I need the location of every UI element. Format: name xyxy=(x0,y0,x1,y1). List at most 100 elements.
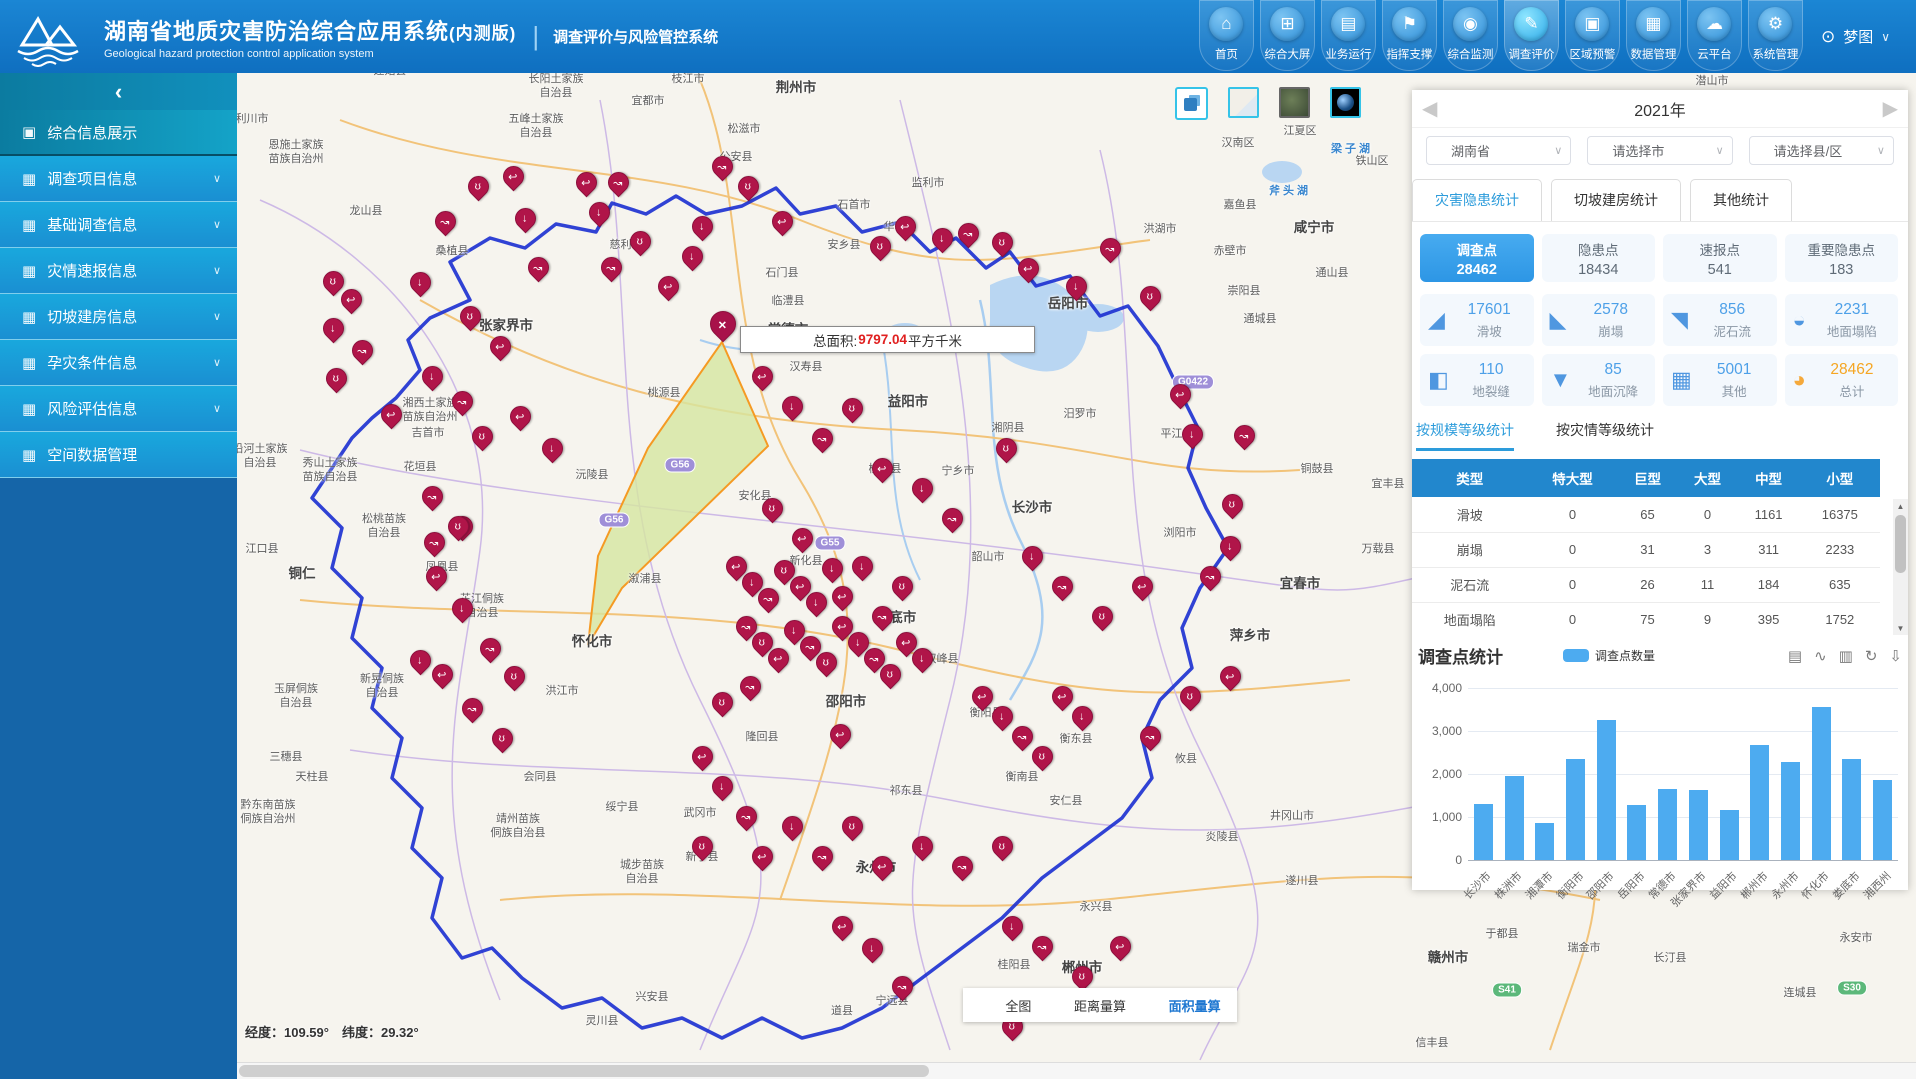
chart-bar[interactable] xyxy=(1535,823,1554,860)
map-place-label: 侗族自治州 xyxy=(241,810,296,826)
nav-item[interactable]: ⚑ 指挥支撑 xyxy=(1382,0,1437,71)
table-row[interactable]: 泥石流0 2611 184635 xyxy=(1412,567,1880,602)
user-chevron-down-icon[interactable]: ∨ xyxy=(1881,30,1890,44)
hazard-type-card[interactable]: ◢ 17601 滑坡 xyxy=(1420,294,1534,346)
horizontal-scrollbar-thumb[interactable] xyxy=(239,1065,929,1077)
hazard-type-card[interactable]: ◥ 856 泥石流 xyxy=(1663,294,1777,346)
nav-item[interactable]: ◉ 综合监测 xyxy=(1443,0,1498,71)
chart-bar[interactable] xyxy=(1597,720,1616,860)
map-place-label: 监利市 xyxy=(912,174,945,190)
map-tool-button[interactable]: ▲ 全图 xyxy=(979,995,1031,1015)
scroll-down-icon[interactable]: ▼ xyxy=(1893,621,1908,635)
sidebar-menu-item[interactable]: ▦ 切坡建房信息 ∨ xyxy=(0,294,237,340)
chart-legend[interactable]: 调查点数量 xyxy=(1563,647,1655,664)
horizontal-scrollbar[interactable] xyxy=(237,1062,1916,1079)
table-row[interactable]: 地面塌陷0 759 3951752 xyxy=(1412,602,1880,635)
summary-card[interactable]: 重要隐患点 183 xyxy=(1785,234,1899,282)
table-row[interactable]: 崩塌0 313 3112233 xyxy=(1412,532,1880,567)
sidebar-menu-item[interactable]: ▦ 灾情速报信息 ∨ xyxy=(0,248,237,294)
chart-bar[interactable] xyxy=(1689,790,1708,860)
chart-tool-icon[interactable]: ↻ xyxy=(1865,647,1878,665)
stat-tab[interactable]: 切坡建房统计 xyxy=(1551,179,1681,221)
chart-tool-icon[interactable]: ▤ xyxy=(1788,647,1802,665)
chart-bar[interactable] xyxy=(1720,810,1739,860)
nav-item[interactable]: ⊞ 综合大屏 xyxy=(1260,0,1315,71)
street-basemap-thumbnail[interactable] xyxy=(1228,87,1259,118)
year-prev-icon[interactable]: ◀ xyxy=(1422,96,1437,121)
nav-item[interactable]: ▤ 业务运行 xyxy=(1321,0,1376,71)
hazard-type-value: 2578 xyxy=(1593,301,1627,319)
table-scrollbar-thumb[interactable] xyxy=(1895,515,1906,573)
menu-item-label: 切坡建房信息 xyxy=(47,306,137,327)
globe-basemap-thumbnail[interactable] xyxy=(1330,87,1361,118)
chart-tool-icon[interactable]: ⇩ xyxy=(1889,647,1902,665)
chart-bar[interactable] xyxy=(1627,805,1646,860)
sidebar-menu-item[interactable]: ▦ 空间数据管理 xyxy=(0,432,237,478)
sidebar-menu-item[interactable]: ▦ 风险评估信息 ∨ xyxy=(0,386,237,432)
menu-item-grid-icon: ▦ xyxy=(22,354,36,372)
sidebar-menu-item[interactable]: ▣ 综合信息展示 xyxy=(0,110,237,156)
header-divider: | xyxy=(532,21,539,52)
map-tool-button[interactable]: •–• 距离量算 xyxy=(1048,995,1126,1015)
chart-bar[interactable] xyxy=(1781,762,1800,860)
nav-item[interactable]: ⚙ 系统管理 xyxy=(1748,0,1803,71)
table-sub-tab[interactable]: 按规模等级统计 xyxy=(1416,420,1514,451)
map-place-label: 永安市 xyxy=(1840,929,1873,945)
chart-bar[interactable] xyxy=(1505,776,1524,860)
sidebar-menu-item[interactable]: ▦ 调查项目信息 ∨ xyxy=(0,156,237,202)
chart-bar[interactable] xyxy=(1842,759,1861,860)
hazard-type-label: 滑坡 xyxy=(1477,321,1502,340)
year-next-icon[interactable]: ▶ xyxy=(1883,96,1898,121)
stat-tab[interactable]: 其他统计 xyxy=(1690,179,1792,221)
hazard-type-card[interactable]: ▦ 5001 其他 xyxy=(1663,354,1777,406)
sidebar-menu-item[interactable]: ▦ 基础调查信息 ∨ xyxy=(0,202,237,248)
chart-bar[interactable] xyxy=(1474,804,1493,860)
sidebar-menu-item[interactable]: ▦ 孕灾条件信息 ∨ xyxy=(0,340,237,386)
table-header-cell: 类型 xyxy=(1412,459,1528,497)
road-number-badge: S41 xyxy=(1492,983,1522,998)
chart-bar[interactable] xyxy=(1750,745,1769,860)
chart-bar[interactable] xyxy=(1566,759,1585,860)
eye-icon[interactable]: ⊙ xyxy=(1821,27,1835,47)
chart-bar[interactable] xyxy=(1873,780,1892,860)
summary-card[interactable]: 调查点 28462 xyxy=(1420,234,1534,282)
map-place-label: 铜鼓县 xyxy=(1301,460,1334,476)
user-box[interactable]: ⊙ 梦图 ∨ xyxy=(1821,26,1890,47)
hazard-type-card[interactable]: ▼ 85 地面沉降 xyxy=(1542,354,1656,406)
satellite-basemap-thumbnail[interactable] xyxy=(1279,87,1310,118)
map-place-label: 通山县 xyxy=(1316,264,1349,280)
region-select-value: 请选择市 xyxy=(1612,141,1664,160)
nav-item[interactable]: ▣ 区域预警 xyxy=(1565,0,1620,71)
table-sub-tab[interactable]: 按灾情等级统计 xyxy=(1556,420,1654,451)
nav-item[interactable]: ⌂ 首页 xyxy=(1199,0,1254,71)
nav-item[interactable]: ✎ 调查评价 xyxy=(1504,0,1559,71)
hazard-type-card[interactable]: ◕ 28462 总计 xyxy=(1785,354,1899,406)
map-place-label: 邵阳市 xyxy=(826,690,867,710)
hazard-type-card[interactable]: ◒ 2231 地面塌陷 xyxy=(1785,294,1899,346)
chart-bar[interactable] xyxy=(1658,789,1677,860)
table-vertical-scrollbar[interactable]: ▲ ▼ xyxy=(1893,499,1908,635)
hazard-type-card[interactable]: ◧ 110 地裂缝 xyxy=(1420,354,1534,406)
map-place-label: 汉南区 xyxy=(1222,134,1255,150)
summary-card[interactable]: 速报点 541 xyxy=(1663,234,1777,282)
hazard-type-card[interactable]: ◣ 2578 崩塌 xyxy=(1542,294,1656,346)
region-select[interactable]: 请选择市 ∨ xyxy=(1587,136,1732,165)
nav-item[interactable]: ☁ 云平台 xyxy=(1687,0,1742,71)
layers-toggle-button[interactable] xyxy=(1175,87,1208,120)
region-select[interactable]: 请选择县/区 ∨ xyxy=(1749,136,1894,165)
scroll-up-icon[interactable]: ▲ xyxy=(1893,499,1908,513)
hazard-type-label: 地裂缝 xyxy=(1472,381,1510,400)
stat-tab[interactable]: 灾害隐患统计 xyxy=(1412,179,1542,221)
chart-bar[interactable] xyxy=(1812,707,1831,861)
region-select[interactable]: 湖南省 ∨ xyxy=(1426,136,1571,165)
menu-item-grid-icon: ▦ xyxy=(22,262,36,280)
chart-tool-icon[interactable]: ▥ xyxy=(1839,647,1853,665)
nav-item[interactable]: ▦ 数据管理 xyxy=(1626,0,1681,71)
sidebar-collapse-button[interactable]: ‹ xyxy=(0,73,237,110)
map-place-label: 枝江市 xyxy=(672,73,705,86)
summary-card[interactable]: 隐患点 18434 xyxy=(1542,234,1656,282)
map-place-label: 绥宁县 xyxy=(606,798,639,814)
table-row[interactable]: 滑坡0 650 116116375 xyxy=(1412,497,1880,532)
chart-tool-icon[interactable]: ∿ xyxy=(1814,647,1827,665)
map-tool-button[interactable]: ▢ 面积量算 xyxy=(1143,995,1221,1015)
